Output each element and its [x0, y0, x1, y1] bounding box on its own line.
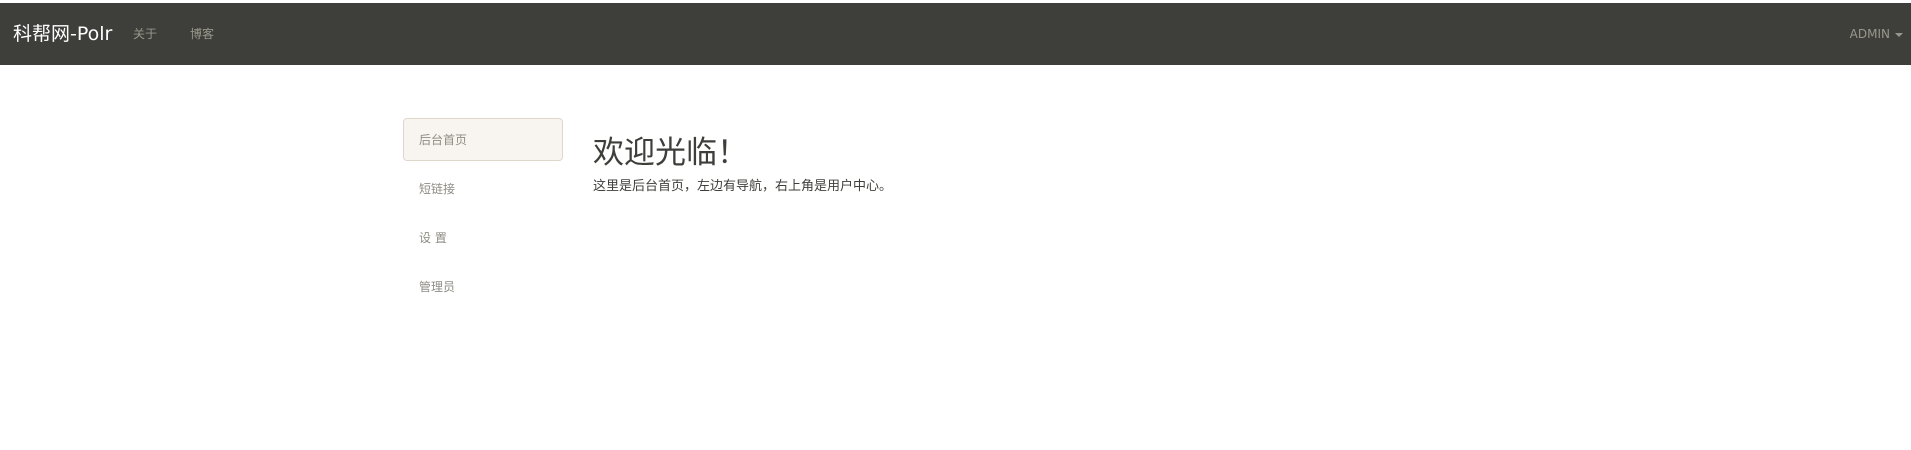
- brand-link[interactable]: 科帮网-Polr: [13, 3, 112, 65]
- sidebar-item-label: 短链接: [419, 182, 456, 196]
- sidebar-item-admin[interactable]: 管理员: [403, 265, 563, 308]
- nav-link-about[interactable]: 关于: [133, 3, 157, 65]
- sidebar-nav: 后台首页 短链接 设 置 管理员: [403, 118, 563, 314]
- page-title: 欢迎光临！: [593, 135, 748, 171]
- top-navbar: 科帮网-Polr 关于 博客 ADMIN: [0, 3, 1911, 65]
- user-menu-label: ADMIN: [1849, 27, 1890, 41]
- sidebar-item-dashboard[interactable]: 后台首页: [403, 118, 563, 161]
- sidebar-item-short-links[interactable]: 短链接: [403, 167, 563, 210]
- page-description: 这里是后台首页，左边有导航，右上角是用户中心。: [593, 179, 893, 194]
- caret-down-icon: [1895, 32, 1903, 37]
- sidebar-item-label: 后台首页: [419, 133, 468, 147]
- sidebar-item-label: 管理员: [419, 280, 456, 294]
- main-content: 欢迎光临！ 这里是后台首页，左边有导航，右上角是用户中心。: [593, 133, 892, 194]
- nav-link-blog[interactable]: 博客: [190, 3, 214, 65]
- sidebar-item-settings[interactable]: 设 置: [403, 216, 563, 259]
- sidebar-item-label: 设 置: [419, 231, 447, 245]
- user-menu-dropdown[interactable]: ADMIN: [1850, 3, 1903, 65]
